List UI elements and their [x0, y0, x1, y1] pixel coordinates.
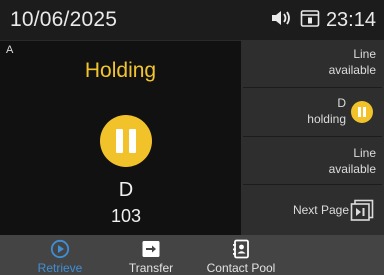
next-page-icon — [350, 199, 374, 226]
status-bar: 10/06/2025 23:14 — [0, 0, 384, 40]
line-key-1[interactable]: Line available — [243, 40, 382, 88]
status-time: 23:14 — [325, 9, 376, 31]
status-date: 10/06/2025 — [10, 8, 118, 31]
next-page-button[interactable]: Next Page — [243, 185, 382, 235]
call-state-label: Holding — [84, 59, 157, 82]
contact-pool-label: Contact Pool — [206, 261, 276, 275]
line-key-1-status: available — [328, 63, 376, 77]
softkey-bar: Retrieve Transfer Contact Pool — [0, 235, 384, 275]
device-status-icon — [300, 8, 320, 33]
caller-number: 103 — [110, 206, 142, 226]
active-call-panel: A Holding D 103 — [0, 40, 241, 235]
status-indicators: 23:14 — [270, 8, 376, 33]
line-key-2-status: holding — [307, 112, 346, 126]
retrieve-label: Retrieve — [37, 261, 83, 275]
contact-book-icon — [198, 239, 284, 259]
line-tag: A — [6, 44, 14, 56]
line-key-2-title: D — [337, 96, 346, 110]
caller-name: D — [118, 179, 134, 201]
transfer-icon — [121, 239, 181, 259]
speaker-volume-icon — [270, 9, 294, 32]
transfer-button[interactable]: Transfer — [121, 239, 181, 275]
retrieve-button[interactable]: Retrieve — [29, 239, 91, 275]
hold-pause-icon[interactable] — [100, 115, 152, 167]
line-keys-panel: Line available D holding Line available … — [241, 40, 384, 235]
play-circle-icon — [29, 239, 91, 259]
line-key-1-title: Line — [353, 47, 376, 61]
transfer-label: Transfer — [128, 261, 174, 275]
next-page-label: Next Page — [292, 203, 349, 217]
line-key-3-title: Line — [353, 146, 376, 160]
contact-pool-button[interactable]: Contact Pool — [198, 239, 284, 275]
hold-icon — [351, 101, 373, 123]
line-key-3[interactable]: Line available — [243, 137, 382, 185]
line-key-2[interactable]: D holding — [243, 88, 382, 137]
line-key-3-status: available — [328, 162, 376, 176]
